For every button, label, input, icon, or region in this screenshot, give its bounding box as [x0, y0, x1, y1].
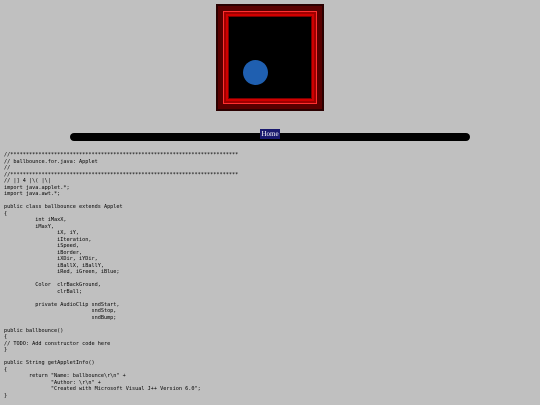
home-link[interactable]: Home: [260, 129, 280, 139]
applet-canvas: [228, 16, 312, 99]
bouncing-ball: [243, 60, 268, 85]
applet-red-border: [223, 11, 317, 104]
home-nav-bar: Home: [70, 129, 470, 141]
ball-bounce-applet[interactable]: [216, 4, 324, 111]
java-source-code: //**************************************…: [4, 152, 239, 399]
home-link-wrapper: Home: [70, 129, 470, 139]
